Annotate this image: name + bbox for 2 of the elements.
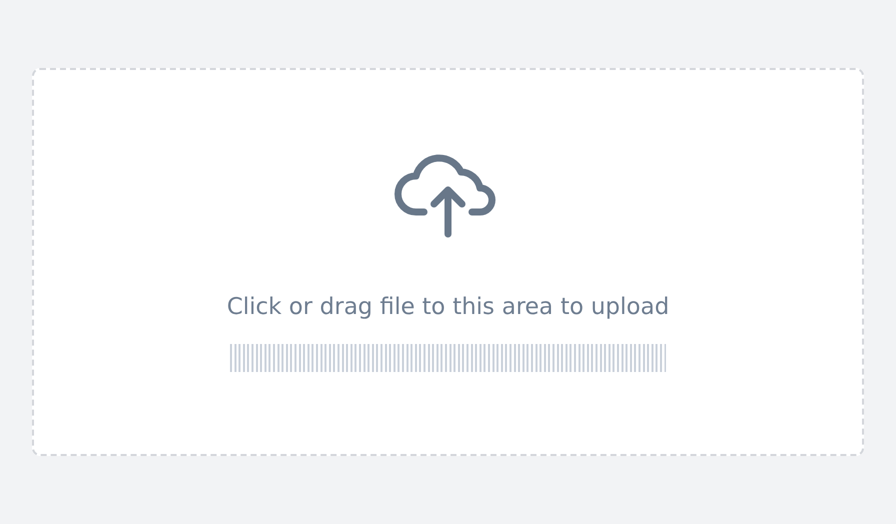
upload-dropzone[interactable]: Click or drag file to this area to upload: [32, 68, 864, 456]
upload-hint: Click or drag file to this area to upload: [226, 294, 670, 320]
